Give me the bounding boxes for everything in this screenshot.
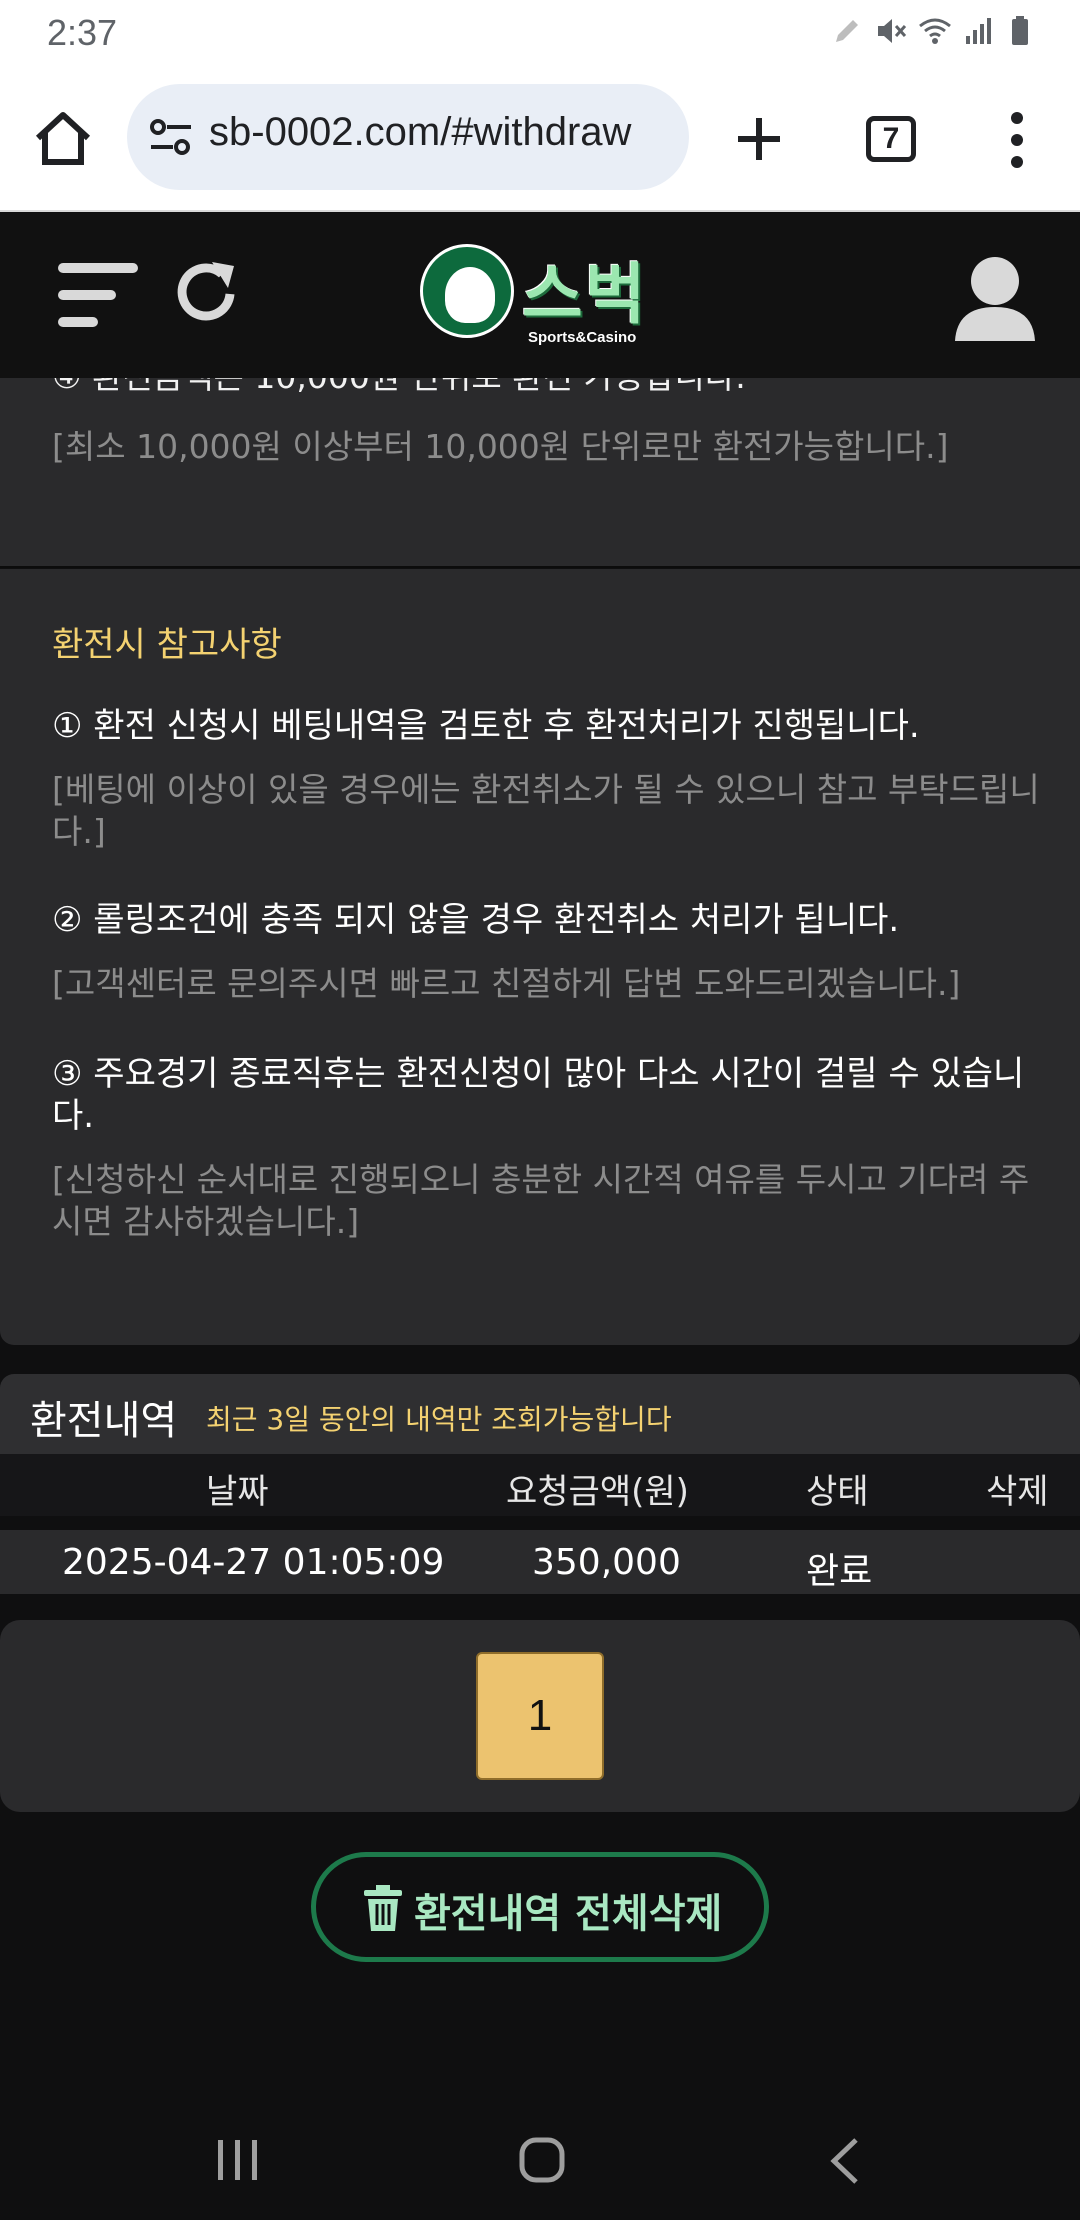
history-table-header: 날짜 요청금액(원) 상태 삭제 xyxy=(0,1454,1080,1516)
table-row[interactable]: 2025-04-27 01:05:09 350,000 완료 xyxy=(0,1530,1080,1594)
note-2-detail: [고객센터로 문의주시면 빠르고 친절하게 답변 도와드리겠습니다.] xyxy=(52,964,961,1003)
row-status: 완료 xyxy=(806,1551,873,1592)
column-delete: 삭제 xyxy=(986,1472,1049,1512)
site-header: 스벅 Sports&Casino xyxy=(0,213,1080,378)
mute-icon xyxy=(874,14,908,48)
battery-icon xyxy=(1006,14,1040,48)
rule-4-note: [최소 10,000원 이상부터 10,000원 단위로만 환전가능합니다.] xyxy=(52,427,949,466)
history-header: 환전내역 최근 3일 동안의 내역만 조회가능합니다 xyxy=(0,1374,1080,1454)
browser-toolbar: sb-0002.com/#withdraw 7 xyxy=(0,66,1080,212)
note-3-detail: [신청하신 순서대로 진행되오니 충분한 시간적 여유를 두시고 기다려 주시면… xyxy=(52,1160,1030,1241)
logo-badge-icon xyxy=(420,244,514,338)
hamburger-menu-icon[interactable] xyxy=(58,259,138,331)
logo-text: 스벅 xyxy=(522,256,648,333)
site-logo[interactable]: 스벅 Sports&Casino xyxy=(418,241,668,351)
more-menu-icon[interactable] xyxy=(997,108,1037,172)
note-1-detail: [베팅에 이상이 있을 경우에는 환전취소가 될 수 있으니 참고 부탁드립니다… xyxy=(52,770,1040,851)
column-status: 상태 xyxy=(806,1472,869,1512)
system-home-icon[interactable] xyxy=(518,2136,566,2184)
notes-heading: 환전시 참고사항 xyxy=(52,625,282,665)
url-text[interactable]: sb-0002.com/#withdraw xyxy=(209,110,631,155)
row-date: 2025-04-27 01:05:09 xyxy=(62,1542,445,1583)
pencil-icon xyxy=(830,14,864,48)
status-icons xyxy=(830,14,1040,48)
user-icon[interactable] xyxy=(953,253,1037,343)
history-subtitle: 최근 3일 동안의 내역만 조회가능합니다 xyxy=(206,1403,672,1436)
rule-4-title: ④ 환전금액은 10,000원 단위로 환전 가능합니다. xyxy=(52,378,746,398)
pagination: 1 xyxy=(0,1620,1080,1812)
system-nav-bar xyxy=(0,2100,1080,2220)
new-tab-icon[interactable] xyxy=(730,110,788,168)
note-3-title: ③ 주요경기 종료직후는 환전신청이 많아 다소 시간이 걸릴 수 있습니다. xyxy=(52,1054,1025,1136)
page-button-current[interactable]: 1 xyxy=(476,1652,604,1780)
delete-all-history-button[interactable]: 환전내역 전체삭제 xyxy=(311,1852,769,1962)
status-bar: 2:37 xyxy=(0,0,1080,66)
row-amount: 350,000 xyxy=(532,1542,681,1583)
home-icon[interactable] xyxy=(30,106,96,172)
note-2-title: ② 롤링조건에 충족 되지 않을 경우 환전취소 처리가 됩니다. xyxy=(52,900,900,940)
delete-all-label: 환전내역 전체삭제 xyxy=(414,1891,723,1937)
tabs-icon[interactable]: 7 xyxy=(866,116,916,162)
logo-subtext: Sports&Casino xyxy=(528,329,637,346)
recents-icon[interactable] xyxy=(216,2138,260,2182)
signal-icon xyxy=(962,14,996,48)
history-title: 환전내역 xyxy=(30,1398,178,1444)
site-settings-icon[interactable] xyxy=(149,118,193,156)
status-time: 2:37 xyxy=(47,12,118,53)
withdraw-rules-panel: ④ 환전금액은 10,000원 단위로 환전 가능합니다. [최소 10,000… xyxy=(0,378,1080,568)
wifi-icon xyxy=(918,14,952,48)
address-bar[interactable]: sb-0002.com/#withdraw xyxy=(127,84,689,190)
column-date: 날짜 xyxy=(206,1472,269,1512)
note-1-title: ① 환전 신청시 베팅내역을 검토한 후 환전처리가 진행됩니다. xyxy=(52,706,920,746)
trash-icon xyxy=(364,1885,402,1931)
back-icon[interactable] xyxy=(826,2136,864,2186)
reload-icon[interactable] xyxy=(172,258,240,328)
withdraw-notes-panel: 환전시 참고사항 ① 환전 신청시 베팅내역을 검토한 후 환전처리가 진행됩니… xyxy=(0,569,1080,1345)
column-amount: 요청금액(원) xyxy=(506,1472,689,1512)
